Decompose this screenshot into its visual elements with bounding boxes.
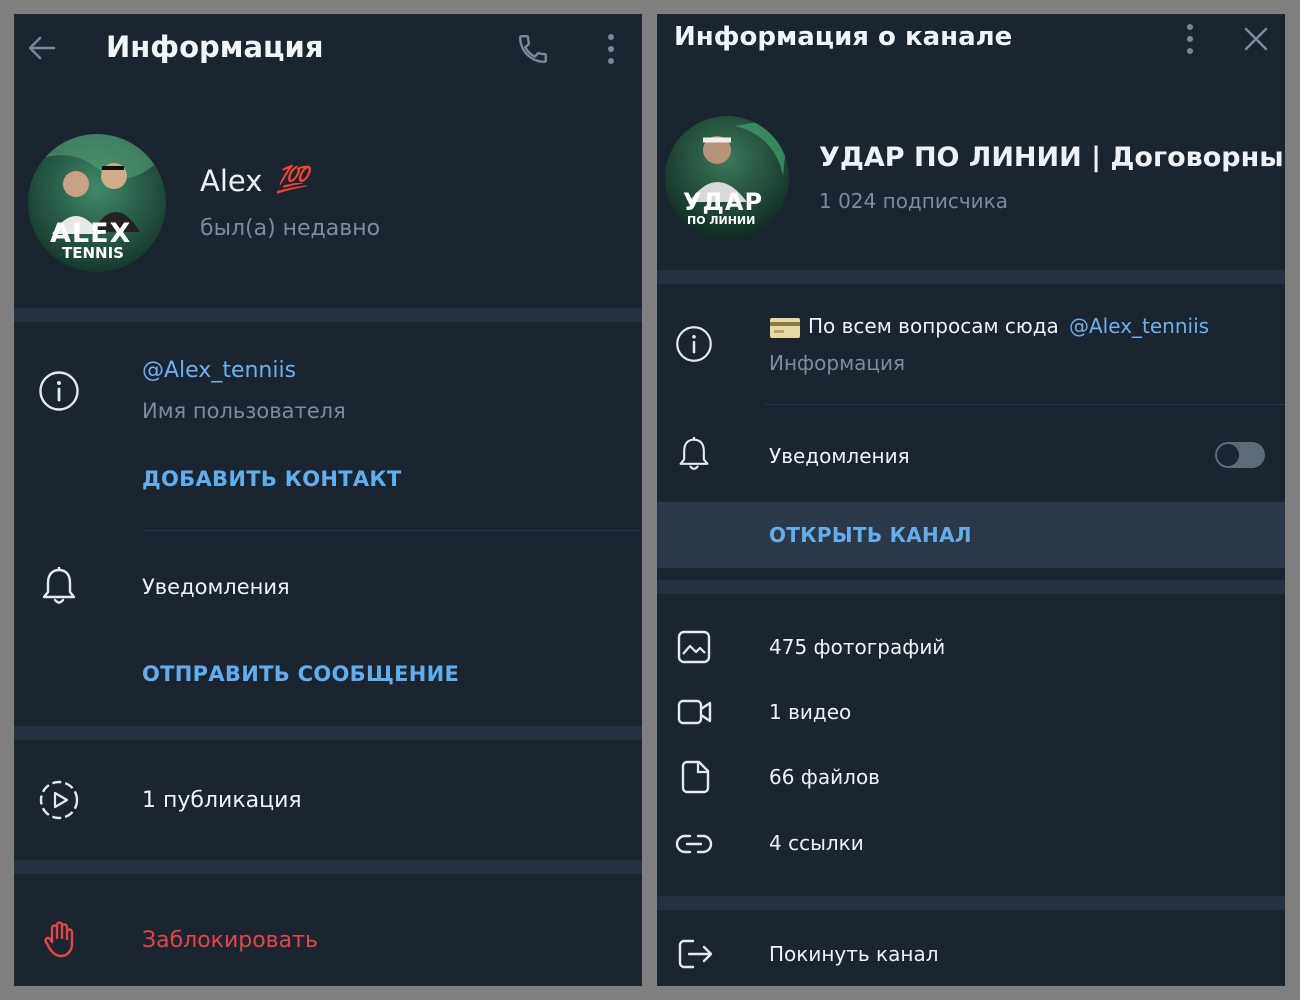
leave-channel-button[interactable]: Покинуть канал	[769, 942, 939, 966]
user-info-panel: Информация ALEX TENNIS Alex 💯 был(а) нед…	[14, 14, 642, 986]
notifications-label[interactable]: Уведомления	[142, 575, 290, 599]
hundred-emoji-icon: 💯	[276, 165, 309, 195]
bell-icon	[40, 566, 78, 606]
avatar[interactable]: ALEX TENNIS	[28, 134, 166, 272]
media-files-item[interactable]: 66 файлов	[769, 765, 880, 789]
block-hand-icon	[44, 920, 78, 958]
description-username-link[interactable]: @Alex_tenniis	[1069, 314, 1209, 338]
more-vertical-icon[interactable]	[604, 32, 618, 66]
section-separator	[14, 860, 642, 874]
credit-card-emoji-icon	[769, 317, 801, 339]
info-icon	[38, 370, 80, 412]
back-arrow-icon[interactable]	[26, 32, 58, 64]
subscriber-count: 1 024 подписчика	[819, 189, 1008, 213]
channel-name: УДАР ПО ЛИНИИ | Договорны...	[819, 142, 1285, 173]
photo-icon	[677, 630, 711, 664]
profile-name: Alex	[200, 164, 263, 198]
link-icon	[675, 832, 713, 856]
stories-icon	[38, 779, 80, 821]
block-user-button[interactable]: Заблокировать	[142, 928, 318, 953]
avatar-text-po-linii: ПО ЛИНИИ	[687, 214, 756, 227]
description-text: По всем вопросам сюда	[808, 314, 1059, 338]
username-link[interactable]: @Alex_tenniis	[142, 358, 296, 383]
username-label: Имя пользователя	[142, 399, 346, 423]
section-separator	[657, 270, 1285, 284]
profile-status: был(а) недавно	[200, 216, 381, 241]
media-videos-item[interactable]: 1 видео	[769, 700, 851, 724]
more-vertical-icon[interactable]	[1183, 22, 1197, 56]
section-separator	[657, 896, 1285, 910]
notifications-label: Уведомления	[769, 444, 910, 468]
notifications-toggle[interactable]	[1215, 442, 1265, 468]
media-photos-item[interactable]: 475 фотографий	[769, 635, 945, 659]
channel-info-panel: Информация о канале УДАР ПО ЛИНИИ УДАР П…	[657, 14, 1285, 986]
page-title: Информация	[106, 30, 324, 64]
avatar-text-tennis: TENNIS	[62, 244, 124, 262]
media-links-item[interactable]: 4 ссылки	[769, 831, 864, 855]
phone-icon[interactable]	[516, 32, 550, 66]
channel-avatar[interactable]: УДАР ПО ЛИНИИ	[665, 116, 789, 240]
toggle-knob	[1216, 443, 1240, 467]
divider	[765, 404, 1285, 405]
page-title: Информация о канале	[674, 22, 1013, 52]
leave-icon	[677, 938, 715, 970]
bell-icon	[677, 436, 711, 472]
close-icon[interactable]	[1243, 26, 1269, 52]
file-icon	[679, 760, 711, 794]
section-separator	[657, 580, 1285, 594]
video-camera-icon	[677, 698, 713, 726]
publications-item[interactable]: 1 публикация	[142, 788, 302, 813]
section-separator	[14, 308, 642, 322]
add-contact-button[interactable]: ДОБАВИТЬ КОНТАКТ	[142, 467, 402, 491]
send-message-button[interactable]: ОТПРАВИТЬ СООБЩЕНИЕ	[142, 662, 459, 686]
divider	[142, 530, 642, 531]
avatar-text-udar: УДАР	[683, 188, 764, 216]
description-label: Информация	[769, 351, 906, 375]
section-separator	[14, 726, 642, 740]
open-channel-button[interactable]: ОТКРЫТЬ КАНАЛ	[769, 523, 972, 547]
info-icon	[675, 325, 713, 363]
